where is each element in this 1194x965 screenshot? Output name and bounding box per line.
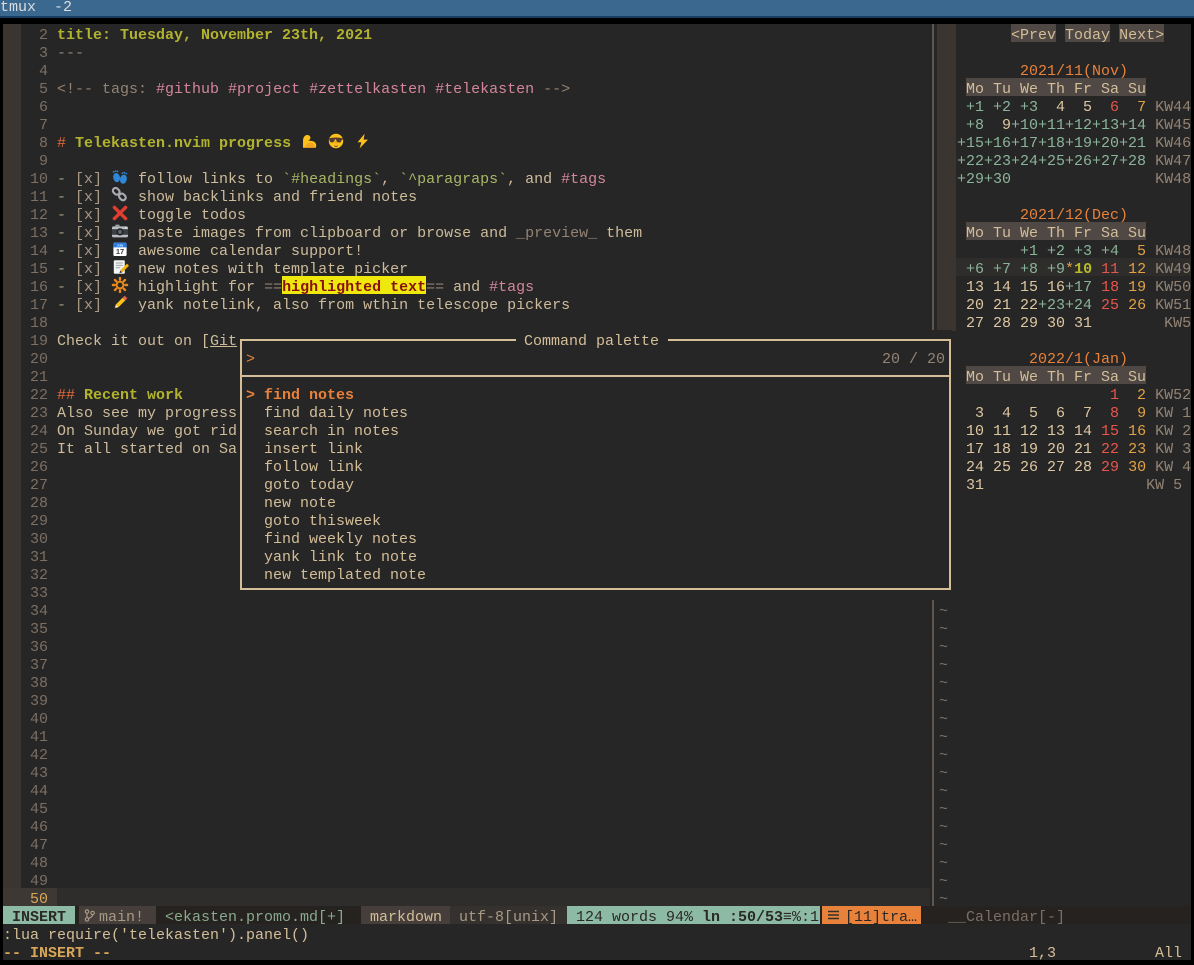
svg-text:17: 17 <box>116 247 124 256</box>
